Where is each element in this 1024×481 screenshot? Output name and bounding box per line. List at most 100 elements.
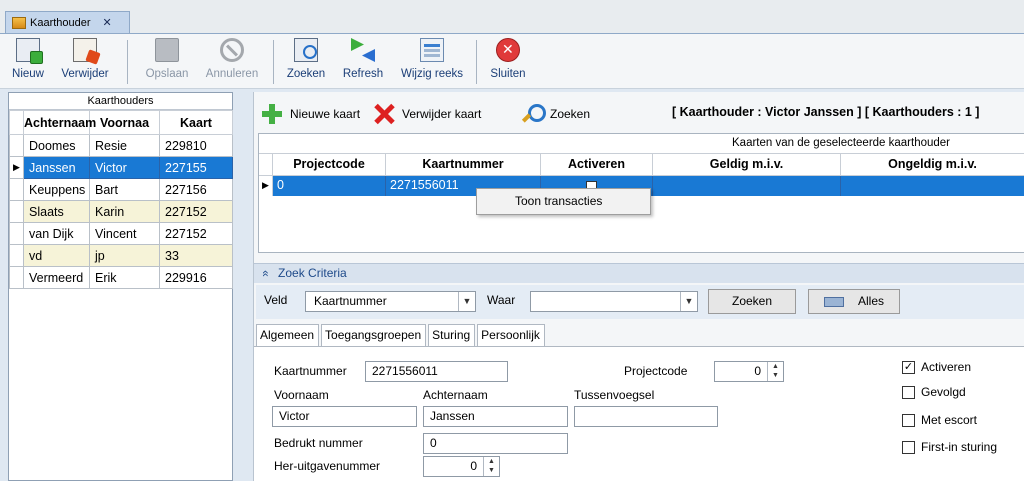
table-row[interactable]: Slaats Karin 227152 xyxy=(9,200,233,223)
checkbox-icon[interactable] xyxy=(902,440,915,454)
row-indicator xyxy=(9,178,24,201)
chevron-down-icon[interactable]: ▼ xyxy=(680,292,697,311)
cards-toolbar: Nieuwe kaart Verwijder kaart Zoeken [ Ka… xyxy=(254,92,1024,132)
kaartnummer-field[interactable]: 2271556011 xyxy=(365,361,508,382)
table-row[interactable]: Keuppens Bart 227156 xyxy=(9,178,233,201)
cancel-icon xyxy=(220,38,244,62)
heruitgave-label: Her-uitgavenummer xyxy=(274,459,381,473)
cell-kaart: 229810 xyxy=(159,134,233,157)
column-header-geldig[interactable]: Geldig m.i.v. xyxy=(653,154,841,175)
gevolgd-checkbox-label: Gevolgd xyxy=(921,385,966,399)
achternaam-label: Achternaam xyxy=(423,388,488,402)
chevron-down-icon[interactable]: ▼ xyxy=(458,292,475,311)
delete-x-icon xyxy=(374,104,394,124)
cell-ongeldig xyxy=(841,176,1024,196)
column-header-ongeldig[interactable]: Ongeldig m.i.v. xyxy=(841,154,1024,175)
search-icon xyxy=(294,38,318,62)
gevolgd-checkbox-row[interactable]: Gevolgd xyxy=(902,385,966,399)
row-indicator xyxy=(9,222,24,245)
search-button[interactable]: Zoeken xyxy=(281,36,331,80)
tab-algemeen[interactable]: Algemeen xyxy=(256,324,320,346)
search-criteria-zoeken-button[interactable]: Zoeken xyxy=(708,289,796,314)
spin-up-down-icon[interactable]: ▲ ▼ xyxy=(767,362,783,381)
column-header-activeren[interactable]: Activeren xyxy=(541,154,653,175)
tab-toegangsgroepen[interactable]: Toegangsgroepen xyxy=(321,324,427,346)
checkbox-icon[interactable] xyxy=(902,413,915,427)
close-button[interactable]: Sluiten xyxy=(484,36,532,80)
cancel-button[interactable]: Annuleren xyxy=(200,36,264,80)
close-tab-icon[interactable]: ✕ xyxy=(103,16,112,29)
change-range-button[interactable]: Wijzig reeks xyxy=(395,36,469,80)
detail-tabs: Algemeen Toegangsgroepen Sturing Persoon… xyxy=(256,324,547,346)
bedrukt-nummer-field[interactable]: 0 xyxy=(423,433,568,454)
column-header-kaart[interactable]: Kaart xyxy=(159,110,233,135)
checkbox-checked-icon[interactable]: ✓ xyxy=(902,360,915,374)
save-button-label: Opslaan xyxy=(145,68,189,80)
new-record-icon xyxy=(16,38,43,64)
tab-kaarthouder[interactable]: Kaarthouder ✕ xyxy=(5,11,130,33)
cardholder-icon xyxy=(12,16,26,29)
column-header-projectcode[interactable]: Projectcode xyxy=(273,154,386,175)
cancel-button-label: Annuleren xyxy=(205,68,259,80)
table-row[interactable]: vd jp 33 xyxy=(9,244,233,267)
cell-kaart: 227152 xyxy=(159,222,233,245)
new-card-button[interactable]: Nieuwe kaart xyxy=(262,104,360,124)
veld-select-value: Kaartnummer xyxy=(314,294,387,308)
column-header-achternaam[interactable]: Achternaam xyxy=(23,110,96,135)
column-header-kaartnummer[interactable]: Kaartnummer xyxy=(386,154,541,175)
toolbar-separator xyxy=(476,40,477,84)
first-in-checkbox-label: First-in sturing xyxy=(921,440,998,454)
main-toolbar: Nieuw Verwijder Opslaan Annuleren Zoeken… xyxy=(0,33,1024,89)
heruitgave-stepper[interactable]: 0 ▲ ▼ xyxy=(423,456,500,477)
detail-pane-algemeen: Kaartnummer 2271556011 Projectcode 0 ▲ ▼ … xyxy=(254,346,1024,481)
context-menu-item-toon-transacties[interactable]: Toon transacties xyxy=(515,194,602,208)
delete-card-button[interactable]: Verwijder kaart xyxy=(374,104,481,124)
table-row-selected[interactable]: ▶ Janssen Victor 227155 xyxy=(9,156,233,179)
table-row[interactable]: van Dijk Vincent 227152 xyxy=(9,222,233,245)
refresh-button[interactable]: Refresh xyxy=(337,36,389,80)
new-card-label: Nieuwe kaart xyxy=(290,107,361,121)
met-escort-checkbox-label: Met escort xyxy=(921,413,978,427)
voornaam-field[interactable]: Victor xyxy=(272,406,417,427)
delete-card-label: Verwijder kaart xyxy=(402,107,482,121)
refresh-icon xyxy=(351,38,375,62)
veld-select[interactable]: Kaartnummer ▼ xyxy=(305,291,476,312)
cell-achternaam: Doomes xyxy=(23,134,90,157)
cell-voornaam: Erik xyxy=(89,266,160,289)
met-escort-checkbox-row[interactable]: Met escort xyxy=(902,413,977,427)
show-all-icon xyxy=(823,296,844,307)
projectcode-stepper[interactable]: 0 ▲ ▼ xyxy=(714,361,784,382)
first-in-checkbox-row[interactable]: First-in sturing xyxy=(902,440,997,454)
tab-sturing[interactable]: Sturing xyxy=(428,324,476,346)
table-header-row: Achternaam Voornaa Kaart xyxy=(9,110,233,135)
column-header-voornaam[interactable]: Voornaa xyxy=(89,110,160,135)
cell-voornaam: Vincent xyxy=(89,222,160,245)
table-row[interactable]: Vermeerd Erik 229916 xyxy=(9,266,233,289)
search-card-button[interactable]: Zoeken xyxy=(522,104,590,124)
collapse-icon[interactable]: « xyxy=(256,270,275,277)
search-criteria-header[interactable]: « Zoek Criteria xyxy=(254,263,1024,283)
cell-voornaam: Karin xyxy=(89,200,160,223)
document-tab-strip: Kaarthouder ✕ xyxy=(0,0,1024,33)
heruitgave-value: 0 xyxy=(470,459,477,473)
tab-persoonlijk[interactable]: Persoonlijk xyxy=(477,324,545,346)
spin-up-down-icon[interactable]: ▲ ▼ xyxy=(483,457,499,476)
tussenvoegsel-field[interactable] xyxy=(574,406,718,427)
activeren-checkbox-row[interactable]: ✓ Activeren xyxy=(902,360,971,374)
save-icon xyxy=(155,38,179,62)
cell-achternaam: van Dijk xyxy=(23,222,90,245)
save-button[interactable]: Opslaan xyxy=(138,36,196,80)
checkbox-icon[interactable] xyxy=(902,385,915,399)
search-criteria-body: Veld Kaartnummer ▼ Waar ▼ Zoeken Alles xyxy=(256,285,1024,319)
achternaam-field[interactable]: Janssen xyxy=(423,406,568,427)
cell-kaart: 229916 xyxy=(159,266,233,289)
table-row[interactable]: Doomes Resie 229810 xyxy=(9,134,233,157)
alles-button[interactable]: Alles xyxy=(808,289,900,314)
new-button[interactable]: Nieuw xyxy=(6,36,50,80)
projectcode-label: Projectcode xyxy=(624,364,688,378)
row-indicator-arrow-icon: ▶ xyxy=(259,176,273,196)
cardholders-panel: Kaarthouders Achternaam Voornaa Kaart Do… xyxy=(8,92,233,481)
alles-button-label: Alles xyxy=(857,294,884,308)
waar-select[interactable]: ▼ xyxy=(530,291,698,312)
delete-button[interactable]: Verwijder xyxy=(56,36,114,80)
